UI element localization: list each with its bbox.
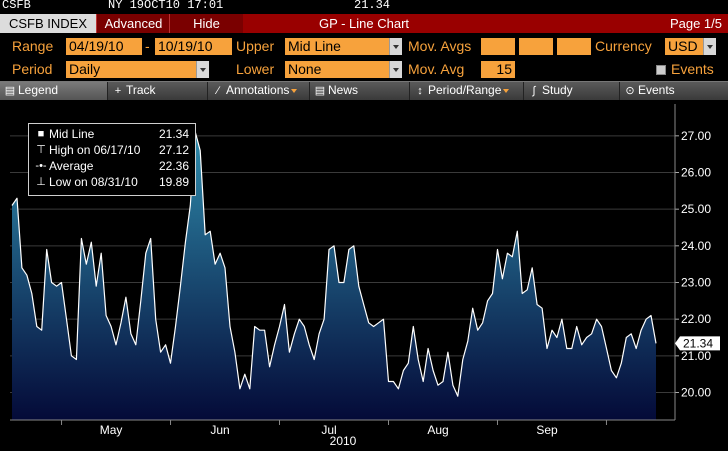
page-indicator[interactable]: Page 1/5 (670, 14, 722, 33)
legend-high-value: 27.12 (158, 143, 189, 157)
index-button[interactable]: CSFB INDEX (0, 14, 96, 33)
study-tool-label: Study (542, 83, 573, 97)
square-icon: ■ (37, 128, 45, 140)
currency-select[interactable]: USD (665, 38, 703, 55)
news-icon: ▤ (314, 85, 326, 97)
legend-average-label: Average (49, 159, 94, 173)
legend-row-low: ⊥ Low on 08/31/10 19.89 (29, 174, 195, 190)
last-value-label: 21.34 (683, 336, 713, 350)
legend-row-average: -•- Average 22.36 (29, 158, 195, 174)
news-tool[interactable]: ▤ News (310, 82, 410, 100)
annotations-tool-label: Annotations (226, 83, 290, 97)
advanced-button[interactable]: Advanced (96, 14, 170, 33)
y-tick-label: 23.00 (681, 276, 711, 290)
range-dash: - (145, 38, 150, 54)
x-tick-label: Aug (427, 423, 448, 437)
y-tick-label: 21.00 (681, 349, 711, 363)
y-tick-label: 20.00 (681, 386, 711, 400)
y-tick-label: 24.00 (681, 239, 711, 253)
hide-button[interactable]: Hide (169, 14, 243, 33)
study-icon: ∫ (532, 85, 536, 97)
track-tool-label: Track (126, 83, 156, 97)
average-line-icon: -•- (35, 160, 47, 172)
currency-dropdown-icon[interactable] (703, 38, 716, 55)
ticker-exchange-date: NY 19OCT10 17:01 (108, 0, 224, 12)
range-label: Range (12, 38, 54, 54)
y-tick-label: 26.00 (681, 166, 711, 180)
title-bar: GP - Line Chart CSFB INDEX Advanced Hide… (0, 14, 728, 33)
x-tick-label: Jun (210, 423, 229, 437)
legend-icon: ▤ (4, 85, 16, 97)
legend-low-value: 19.89 (158, 175, 189, 189)
news-tool-label: News (328, 83, 359, 97)
upper-dropdown-icon[interactable] (389, 38, 402, 55)
controls-row-1: Range 04/19/10 - 10/19/10 Upper Mid Line… (0, 35, 728, 58)
mov-avg-label: Mov. Avg (408, 61, 465, 77)
lower-dropdown-icon[interactable] (389, 61, 402, 78)
annotations-caret-icon (291, 88, 298, 93)
events-label: Events (671, 61, 714, 77)
pencil-icon: ∕ (217, 85, 219, 97)
period-dropdown-icon[interactable] (196, 61, 209, 78)
legend-high-label: High on 06/17/10 (49, 143, 141, 157)
mov-avgs-label: Mov. Avgs (408, 38, 472, 54)
lower-select[interactable]: None (285, 61, 389, 78)
events-icon: ⊙ (625, 85, 635, 97)
y-tick-label: 25.00 (681, 202, 711, 216)
legend-tool-label: Legend (18, 83, 59, 97)
low-marker-icon: ⊥ (36, 176, 46, 188)
controls-row-2: Period Daily Lower None Mov. Avg 15 Even… (0, 58, 728, 81)
chart-legend[interactable]: ■ Mid Line 21.34 ⊤ High on 06/17/10 27.1… (28, 123, 196, 196)
study-tool[interactable]: ∫ Study (524, 82, 620, 100)
legend-row-mid: ■ Mid Line 21.34 (29, 126, 195, 142)
mov-avg-value-field[interactable]: 15 (481, 61, 515, 78)
ticker-last-price: 21.34 (354, 0, 391, 12)
range-end-field[interactable]: 10/19/10 (155, 38, 232, 55)
period-select[interactable]: Daily (66, 61, 196, 78)
ticker-bar: CSFB NY 19OCT10 17:01 21.34 (0, 0, 728, 14)
lower-label: Lower (236, 61, 275, 77)
range-start-field[interactable]: 04/19/10 (66, 38, 142, 55)
legend-mid-value: 21.34 (158, 127, 189, 141)
chart-toolbar: ▤ Legend + Track ∕ Annotations ▤ News ↕ Perio… (0, 81, 728, 100)
x-tick-label: May (100, 423, 123, 437)
legend-average-value: 22.36 (158, 159, 189, 173)
track-tool[interactable]: + Track (108, 82, 208, 100)
last-value-marker: 21.34 (675, 336, 720, 351)
mov-avg-1-field[interactable] (481, 38, 515, 55)
events-tool[interactable]: ⊙ Events (620, 82, 728, 100)
mov-avg-3-field[interactable] (557, 38, 591, 55)
legend-low-label: Low on 08/31/10 (49, 175, 138, 189)
ticker-code: CSFB (2, 0, 31, 12)
upper-label: Upper (236, 38, 275, 54)
period-range-tool[interactable]: ↕ Period/Range (410, 82, 524, 100)
high-marker-icon: ⊤ (36, 144, 46, 156)
y-tick-label: 27.00 (681, 129, 711, 143)
x-tick-label: Sep (536, 423, 558, 437)
year-label: 2010 (330, 434, 357, 448)
mov-avg-2-field[interactable] (519, 38, 553, 55)
period-range-tool-label: Period/Range (428, 83, 502, 97)
legend-tool[interactable]: ▤ Legend (0, 82, 108, 100)
legend-mid-label: Mid Line (49, 127, 95, 141)
currency-label: Currency (595, 38, 652, 54)
events-tool-label: Events (638, 83, 675, 97)
crosshair-icon: + (114, 85, 122, 97)
events-checkbox[interactable] (656, 65, 666, 75)
period-range-caret-icon (503, 88, 510, 93)
annotations-tool[interactable]: ∕ Annotations (208, 82, 310, 100)
period-range-icon: ↕ (417, 85, 423, 97)
y-tick-label: 22.00 (681, 312, 711, 326)
legend-row-high: ⊤ High on 06/17/10 27.12 (29, 142, 195, 158)
upper-select[interactable]: Mid Line (285, 38, 389, 55)
period-label: Period (12, 61, 53, 77)
